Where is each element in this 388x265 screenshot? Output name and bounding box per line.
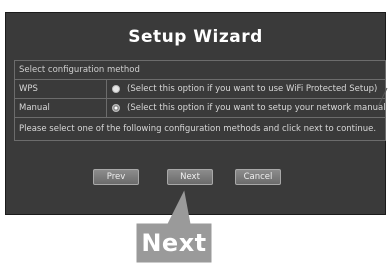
radio-wps[interactable] bbox=[112, 85, 120, 93]
instruction-row: Please select one of the following confi… bbox=[15, 118, 385, 140]
option-label-manual: Manual bbox=[15, 99, 107, 117]
option-row-manual[interactable]: Manual (Select this option if you want t… bbox=[15, 99, 385, 118]
next-callout-label: Next bbox=[141, 229, 207, 257]
option-label-wps: WPS bbox=[15, 80, 107, 98]
option-description-wps: (Select this option if you want to use W… bbox=[127, 84, 378, 94]
wizard-button-bar: Prev Next Cancel bbox=[6, 169, 385, 187]
option-cell-wps[interactable]: (Select this option if you want to use W… bbox=[107, 80, 385, 98]
cancel-button[interactable]: Cancel bbox=[235, 169, 281, 185]
option-row-wps[interactable]: WPS (Select this option if you want to u… bbox=[15, 80, 385, 99]
setup-wizard-panel: Setup Wizard Select configuration method… bbox=[5, 12, 386, 215]
instruction-text: Please select one of the following confi… bbox=[19, 124, 377, 134]
section-header-row: Select configuration method bbox=[15, 61, 385, 80]
manual-pointer-line bbox=[377, 87, 388, 108]
section-header: Select configuration method bbox=[19, 65, 140, 75]
next-button[interactable]: Next bbox=[167, 169, 213, 185]
prev-button[interactable]: Prev bbox=[93, 169, 139, 185]
wizard-title: Setup Wizard bbox=[128, 27, 263, 47]
option-cell-manual[interactable]: (Select this option if you want to setup… bbox=[107, 99, 385, 117]
configuration-method-table: Select configuration method WPS (Select … bbox=[14, 60, 386, 141]
radio-manual[interactable] bbox=[112, 104, 120, 112]
option-description-manual: (Select this option if you want to setup… bbox=[127, 103, 385, 113]
